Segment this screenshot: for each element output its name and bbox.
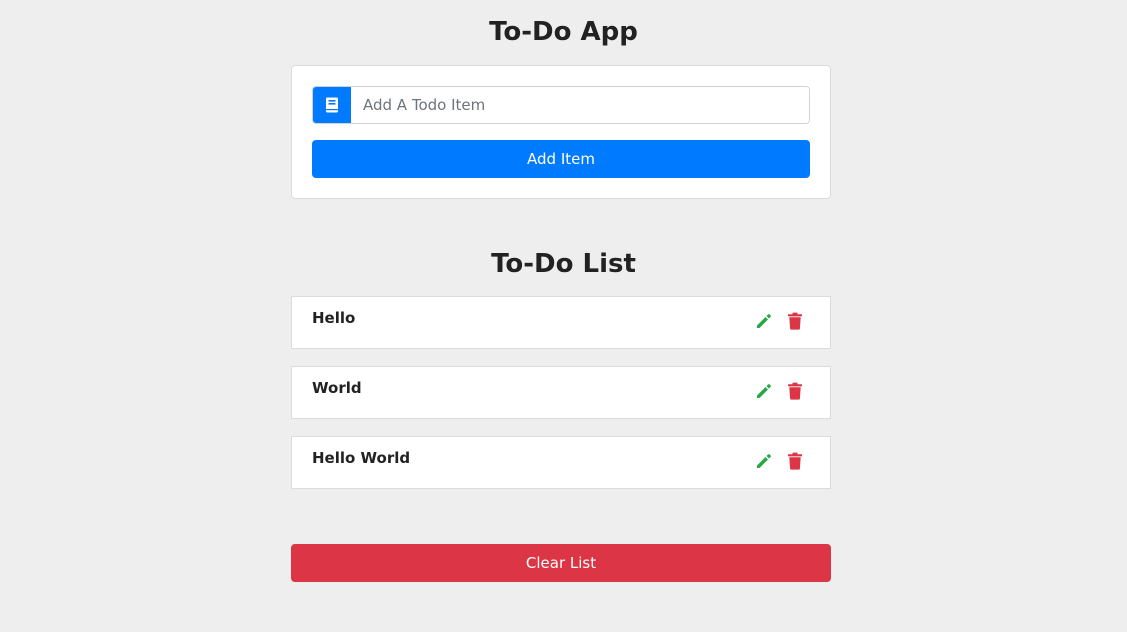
clear-list-button[interactable]: Clear List: [291, 544, 831, 582]
app-container: To-Do App Add Item To-Do List Hello: [0, 0, 1127, 632]
pencil-icon[interactable]: [754, 451, 773, 470]
todo-input[interactable]: [351, 87, 809, 123]
todo-item-text: Hello: [312, 309, 356, 327]
item-actions: [754, 381, 804, 400]
book-icon: [313, 87, 351, 123]
pencil-icon[interactable]: [754, 381, 773, 400]
pencil-icon[interactable]: [754, 311, 773, 330]
item-actions: [754, 311, 804, 330]
todo-item: Hello World: [291, 436, 831, 489]
todo-input-group: [312, 86, 810, 124]
list-title: To-Do List: [491, 249, 636, 279]
todo-item: Hello: [291, 296, 831, 349]
app-title: To-Do App: [489, 17, 638, 47]
todo-list: Hello World Hello World: [291, 296, 831, 506]
todo-item-text: Hello World: [312, 449, 411, 467]
trash-icon[interactable]: [785, 451, 804, 470]
todo-item: World: [291, 366, 831, 419]
todo-item-text: World: [312, 379, 362, 397]
add-item-button[interactable]: Add Item: [312, 140, 810, 178]
trash-icon[interactable]: [785, 381, 804, 400]
todo-form-card: Add Item: [291, 65, 831, 199]
item-actions: [754, 451, 804, 470]
trash-icon[interactable]: [785, 311, 804, 330]
